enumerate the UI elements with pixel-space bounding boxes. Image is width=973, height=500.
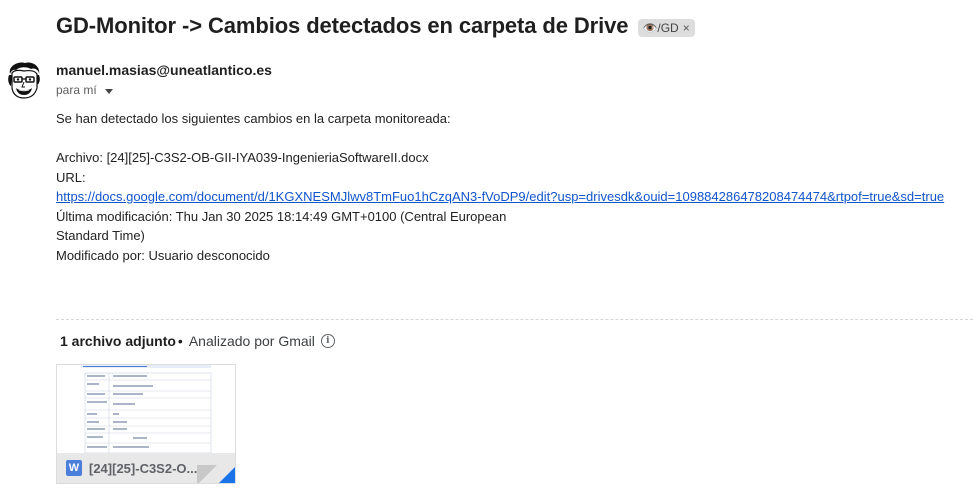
recipient-details-toggle[interactable]: para mí [56,83,113,97]
recipient-label: para mí [56,83,97,97]
label-chip-gd[interactable]: 👁️/GD × [638,18,695,37]
document-link[interactable]: https://docs.google.com/document/d/1KGXN… [56,189,944,204]
page-fold-shadow [197,465,217,483]
page-fold-corner [217,465,235,483]
attachment-footer: W [24][25]-C3S2-O... [57,453,235,483]
remove-label-icon[interactable]: × [683,21,690,35]
attachments-separator: • [177,333,183,349]
word-doc-icon: W [66,460,82,476]
sender-email[interactable]: manuel.masias@uneatlantico.es [56,62,272,78]
attachments-scan-label: Analizado por Gmail [188,333,315,349]
chevron-down-icon[interactable] [104,88,113,94]
body-modified-line: Última modificación: Thu Jan 30 2025 18:… [56,208,507,224]
attachments-divider [56,319,973,320]
subject-row: GD-Monitor -> Cambios detectados en carp… [56,13,695,39]
body-modified-by: Modificado por: Usuario desconocido [56,247,270,263]
avatar[interactable] [4,60,44,100]
email-subject: GD-Monitor -> Cambios detectados en carp… [56,13,629,38]
attachment-preview-thumbnail [57,365,235,454]
document-preview-icon [81,365,212,454]
body-intro: Se han detectado los siguientes cambios … [56,111,451,126]
body-file-line: Archivo: [24][25]-C3S2-OB-GII-IYA039-Ing… [56,150,429,165]
body-modified-line-cont: Standard Time) [56,228,145,243]
info-icon[interactable]: i [320,334,335,348]
body-url-label: URL: [56,169,86,185]
email-body: Se han detectado los siguientes cambios … [56,109,966,265]
attachments-header: 1 archivo adjunto • Analizado por Gmail … [60,333,335,349]
attachment-card[interactable]: W [24][25]-C3S2-O... [56,364,236,484]
label-chip-text: 👁️/GD [642,20,679,35]
avatar-cartoon-face-icon [4,60,44,100]
attachments-count: 1 archivo adjunto [60,333,176,349]
attachment-name: [24][25]-C3S2-O... [89,461,198,476]
